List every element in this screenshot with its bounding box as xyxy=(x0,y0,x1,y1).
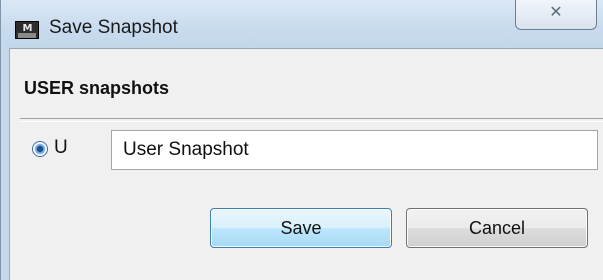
cancel-button[interactable]: Cancel xyxy=(406,208,588,248)
window-title: Save Snapshot xyxy=(49,17,178,38)
snapshot-name-input[interactable] xyxy=(111,130,598,170)
save-button[interactable]: Save xyxy=(210,208,392,248)
app-logo-icon: M xyxy=(15,21,39,39)
snapshot-radio[interactable] xyxy=(32,141,48,157)
title-bar[interactable]: M Save Snapshot ✕ xyxy=(1,0,603,48)
snapshot-radio-label[interactable]: U xyxy=(54,137,68,159)
close-icon: ✕ xyxy=(549,4,563,21)
group-header: USER snapshots xyxy=(24,78,170,98)
close-button[interactable]: ✕ xyxy=(515,0,597,30)
group-divider xyxy=(20,118,603,122)
dialog-body: USER snapshots U Save Cancel xyxy=(9,48,603,280)
save-snapshot-dialog: M Save Snapshot ✕ USER snapshots U Save … xyxy=(0,0,603,280)
